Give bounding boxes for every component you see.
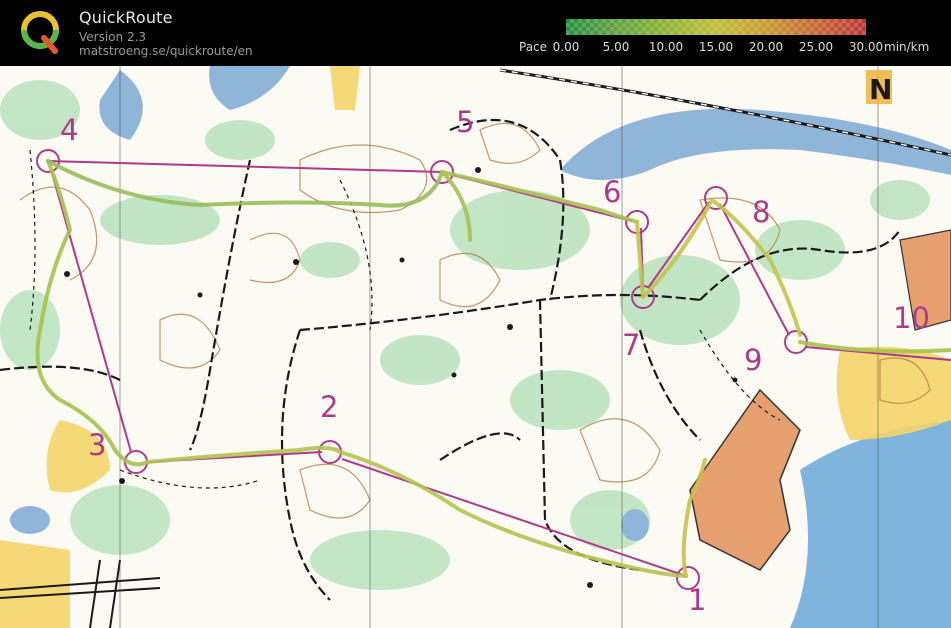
pace-tick: 15.00	[698, 40, 734, 54]
svg-text:N: N	[869, 73, 892, 106]
pace-tick: 0.00	[552, 40, 580, 54]
app-url[interactable]: matstroeng.se/quickroute/en	[79, 44, 253, 58]
app-version: Version 2.3	[79, 30, 147, 44]
pace-tick: 5.00	[602, 40, 630, 54]
control-label-6: 6	[603, 175, 621, 209]
control-label-9: 9	[744, 343, 762, 377]
pace-tick: 10.00	[648, 40, 684, 54]
north-arrow-icon: N	[866, 70, 892, 106]
pace-color-scale	[566, 19, 866, 35]
pace-tick: 25.00	[798, 40, 834, 54]
header-bar: QuickRoute Version 2.3 matstroeng.se/qui…	[0, 0, 951, 66]
control-label-3: 3	[88, 428, 106, 462]
pace-tick: 20.00	[748, 40, 784, 54]
pace-unit: min/km	[884, 40, 930, 54]
control-label-8: 8	[752, 195, 770, 229]
app-name: QuickRoute	[79, 8, 173, 27]
quickroute-logo-icon	[21, 11, 59, 54]
control-label-2: 2	[320, 390, 338, 424]
control-label-7: 7	[622, 328, 640, 362]
orienteering-map[interactable]: 1 2 3 4 5 6 7 8 9 10 N	[0, 66, 951, 628]
control-label-10: 10	[893, 301, 930, 335]
pace-legend-label: Pace	[519, 40, 548, 54]
control-label-5: 5	[456, 105, 474, 139]
control-label-4: 4	[60, 113, 78, 147]
control-label-1: 1	[688, 583, 706, 617]
pace-tick: 30.00	[848, 40, 884, 54]
quickroute-window: QuickRoute Version 2.3 matstroeng.se/qui…	[0, 0, 951, 628]
